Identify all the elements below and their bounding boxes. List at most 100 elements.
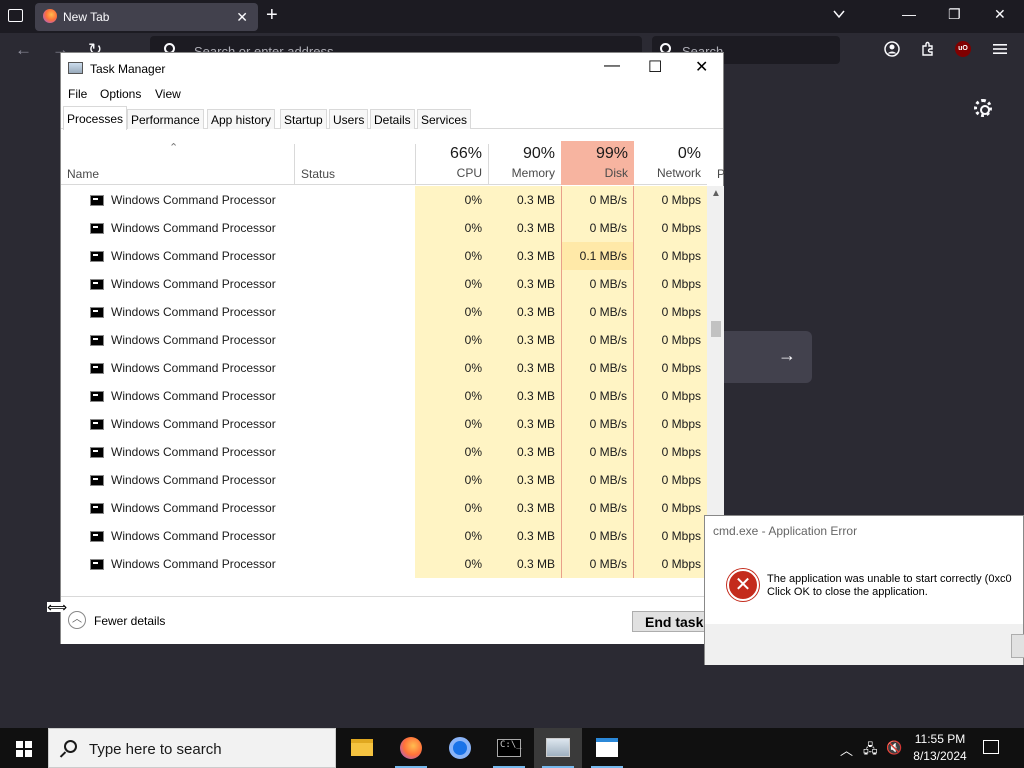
disk-value: 0 MB/s — [561, 270, 634, 298]
browser-minimize-button[interactable]: — — [902, 6, 916, 22]
table-row[interactable]: Windows Command Processor 0% 0.3 MB 0 MB/s 0… — [61, 214, 707, 242]
disk-value: 0.1 MB/s — [561, 242, 634, 270]
memory-value: 0.3 MB — [488, 522, 561, 550]
taskbar-notepad[interactable] — [583, 728, 631, 768]
network-value: 0 Mbps — [634, 354, 707, 382]
disk-value: 0 MB/s — [561, 382, 634, 410]
maximize-button[interactable]: ☐ — [648, 57, 662, 77]
taskbar-firefox[interactable] — [387, 728, 435, 768]
table-row[interactable]: Windows Command Processor 0% 0.3 MB 0 MB/s 0… — [61, 354, 707, 382]
cpu-value: 0% — [415, 214, 488, 242]
gear-icon[interactable] — [974, 99, 992, 117]
column-divider[interactable] — [294, 144, 295, 185]
memory-value: 0.3 MB — [488, 466, 561, 494]
table-row[interactable]: Windows Command Processor 0% 0.3 MB 0 MB/s 0… — [61, 270, 707, 298]
memory-label: Memory — [511, 166, 555, 180]
taskbar-command-prompt[interactable]: C:\_ — [485, 728, 533, 768]
cpu-value: 0% — [415, 550, 488, 578]
column-memory[interactable]: 90% Memory — [488, 141, 561, 185]
table-row[interactable]: Windows Command Processor 0% 0.3 MB 0 MB/s 0… — [61, 494, 707, 522]
column-disk[interactable]: 99% Disk — [561, 141, 634, 185]
column-power-truncated[interactable]: P — [717, 167, 725, 181]
disk-value: 0 MB/s — [561, 438, 634, 466]
fewer-details-link[interactable]: Fewer details — [94, 614, 165, 628]
browser-tab-new-tab[interactable]: New Tab ✕ — [35, 3, 258, 31]
command-prompt-icon: C:\_ — [497, 739, 522, 757]
notification-center-icon[interactable] — [983, 740, 999, 754]
extensions-icon[interactable] — [920, 41, 936, 57]
menu-view[interactable]: View — [155, 87, 181, 101]
table-row[interactable]: Windows Command Processor 0% 0.3 MB 0 MB/s 0… — [61, 522, 707, 550]
dialog-title[interactable]: cmd.exe - Application Error — [713, 524, 857, 538]
go-arrow-icon[interactable]: → — [778, 345, 796, 366]
table-row[interactable]: Windows Command Processor 0% 0.3 MB 0 MB/s 0… — [61, 326, 707, 354]
command-prompt-icon — [90, 251, 104, 262]
tab-list-icon[interactable] — [8, 9, 23, 22]
volume-muted-icon[interactable]: 🔇 — [886, 740, 902, 756]
scrollbar-thumb[interactable] — [711, 321, 721, 337]
process-name: Windows Command Processor — [111, 473, 276, 487]
ublock-origin-icon[interactable]: uO — [955, 41, 971, 57]
browser-restore-button[interactable]: ❐ — [948, 6, 961, 23]
chevron-down-icon[interactable] — [833, 8, 845, 20]
tab-users[interactable]: Users — [329, 109, 369, 129]
task-manager-titlebar[interactable]: Task Manager — ☐ ✕ — [61, 53, 723, 83]
column-network[interactable]: 0% Network — [634, 141, 707, 185]
network-value: 0 Mbps — [634, 382, 707, 410]
cpu-value: 0% — [415, 466, 488, 494]
hamburger-menu-icon[interactable] — [992, 41, 1008, 57]
column-status[interactable]: Status — [301, 167, 335, 181]
disk-value: 0 MB/s — [561, 494, 634, 522]
table-row[interactable]: Windows Command Processor 0% 0.3 MB 0 MB/s 0… — [61, 550, 707, 578]
table-row[interactable]: Windows Command Processor 0% 0.3 MB 0 MB/s 0… — [61, 186, 707, 214]
windows-start-icon[interactable] — [16, 741, 32, 757]
table-row[interactable]: Windows Command Processor 0% 0.3 MB 0 MB/s 0… — [61, 438, 707, 466]
back-button[interactable]: ← — [15, 40, 32, 60]
taskbar-file-explorer[interactable] — [338, 728, 386, 768]
new-tab-button[interactable]: + — [266, 4, 278, 27]
minimize-button[interactable]: — — [604, 57, 620, 75]
disk-percent: 99% — [595, 145, 628, 162]
tab-processes[interactable]: Processes — [63, 106, 128, 130]
account-icon[interactable] — [884, 41, 900, 57]
menu-file[interactable]: File — [68, 87, 87, 101]
chrome-icon — [449, 737, 471, 759]
ok-button[interactable] — [1011, 634, 1024, 658]
tab-close-icon[interactable]: ✕ — [236, 9, 248, 26]
network-icon[interactable]: 🖧 — [863, 740, 878, 762]
table-row[interactable]: Windows Command Processor 0% 0.3 MB 0 MB/s 0… — [61, 410, 707, 438]
system-clock[interactable]: 11:55 PM 8/13/2024 — [905, 731, 975, 765]
table-row[interactable]: Windows Command Processor 0% 0.3 MB 0.1 MB/… — [61, 242, 707, 270]
network-value: 0 Mbps — [634, 214, 707, 242]
tab-details[interactable]: Details — [370, 109, 415, 129]
scroll-up-arrow-icon[interactable]: ▲ — [711, 188, 721, 199]
chevron-up-icon[interactable]: ︿ — [68, 611, 86, 629]
browser-close-button[interactable]: ✕ — [994, 6, 1006, 23]
tab-services[interactable]: Services — [417, 109, 472, 129]
table-row[interactable]: Windows Command Processor 0% 0.3 MB 0 MB/s 0… — [61, 298, 707, 326]
memory-value: 0.3 MB — [488, 326, 561, 354]
close-button[interactable]: ✕ — [695, 57, 708, 77]
process-name: Windows Command Processor — [111, 557, 276, 571]
show-hidden-icons-chevron-icon[interactable]: ︿ — [840, 740, 853, 759]
column-name[interactable]: Name — [67, 167, 99, 181]
process-list: Windows Command Processor 0% 0.3 MB 0 MB/s 0… — [61, 186, 707, 578]
tab-startup[interactable]: Startup — [280, 109, 327, 129]
notepad-icon — [596, 738, 618, 757]
disk-label: Disk — [604, 166, 628, 180]
disk-value: 0 MB/s — [561, 298, 634, 326]
taskbar-task-manager[interactable] — [534, 728, 582, 768]
tab-performance[interactable]: Performance — [127, 109, 204, 129]
table-row[interactable]: Windows Command Processor 0% 0.3 MB 0 MB/s 0… — [61, 382, 707, 410]
command-prompt-icon — [90, 223, 104, 234]
disk-value: 0 MB/s — [561, 410, 634, 438]
tab-app-history[interactable]: App history — [207, 109, 276, 129]
process-name: Windows Command Processor — [111, 221, 276, 235]
menu-options[interactable]: Options — [100, 87, 141, 101]
network-value: 0 Mbps — [634, 550, 707, 578]
table-row[interactable]: Windows Command Processor 0% 0.3 MB 0 MB/s 0… — [61, 466, 707, 494]
taskbar-chrome[interactable] — [436, 728, 484, 768]
taskbar-search-box[interactable]: Type here to search — [48, 728, 336, 768]
firefox-icon — [400, 737, 422, 759]
column-cpu[interactable]: 66% CPU — [415, 141, 488, 185]
